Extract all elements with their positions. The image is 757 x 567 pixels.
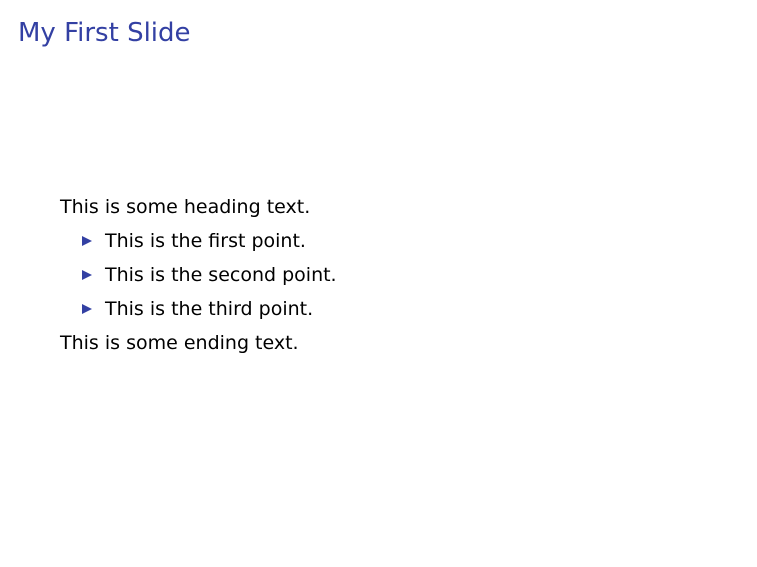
slide-title: My First Slide — [18, 18, 191, 48]
list-item: This is the second point. — [60, 261, 337, 295]
slide: My First Slide This is some heading text… — [0, 0, 757, 567]
list-item-label: This is the first point. — [105, 230, 306, 252]
triangle-right-icon — [81, 295, 95, 323]
heading-text: This is some heading text. — [60, 196, 311, 218]
ending-text: This is some ending text. — [60, 332, 299, 354]
triangle-right-icon — [81, 227, 95, 255]
list-item-label: This is the second point. — [105, 264, 337, 286]
slide-body: This is some heading text. This is the f… — [60, 193, 337, 363]
list-item-label: This is the third point. — [105, 298, 314, 320]
list-item: This is the first point. — [60, 227, 337, 261]
list-item: This is the third point. — [60, 295, 337, 329]
triangle-right-icon — [81, 261, 95, 289]
bullet-list: This is the first point. This is the sec… — [60, 227, 337, 329]
